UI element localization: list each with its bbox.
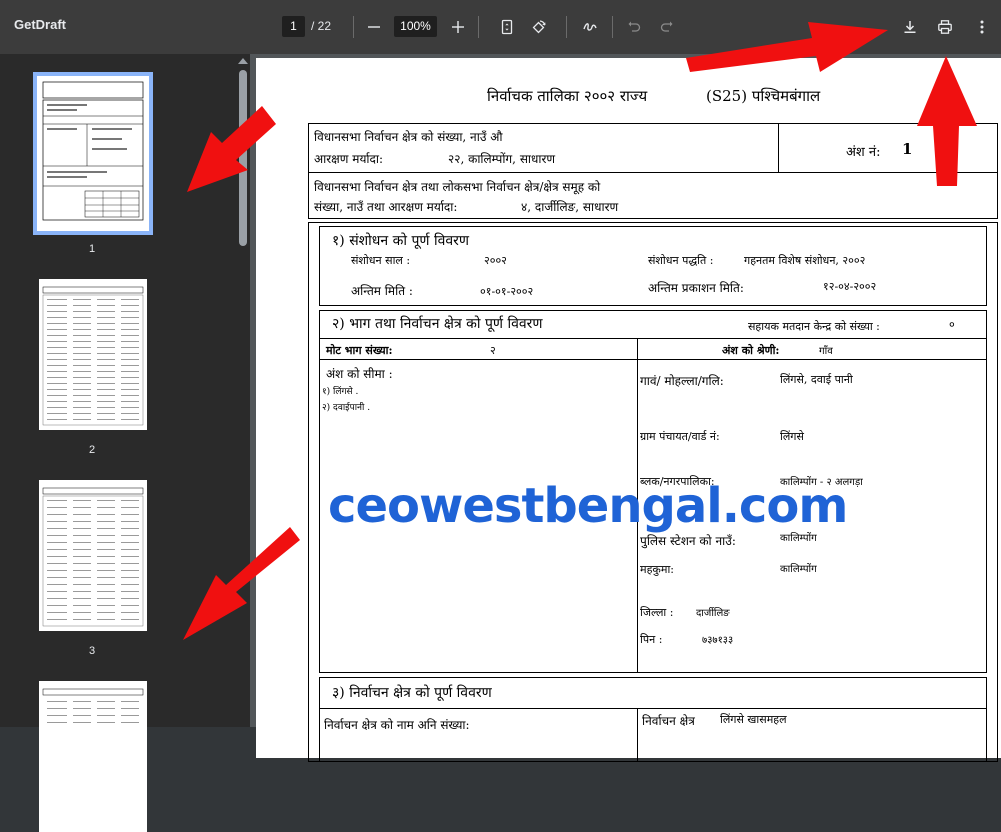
red-arrow-icon — [917, 56, 977, 186]
red-arrow-icon — [183, 527, 300, 640]
red-arrow-icon — [686, 22, 888, 72]
red-arrow-icon — [187, 106, 276, 192]
annotation-arrows — [183, 22, 977, 640]
